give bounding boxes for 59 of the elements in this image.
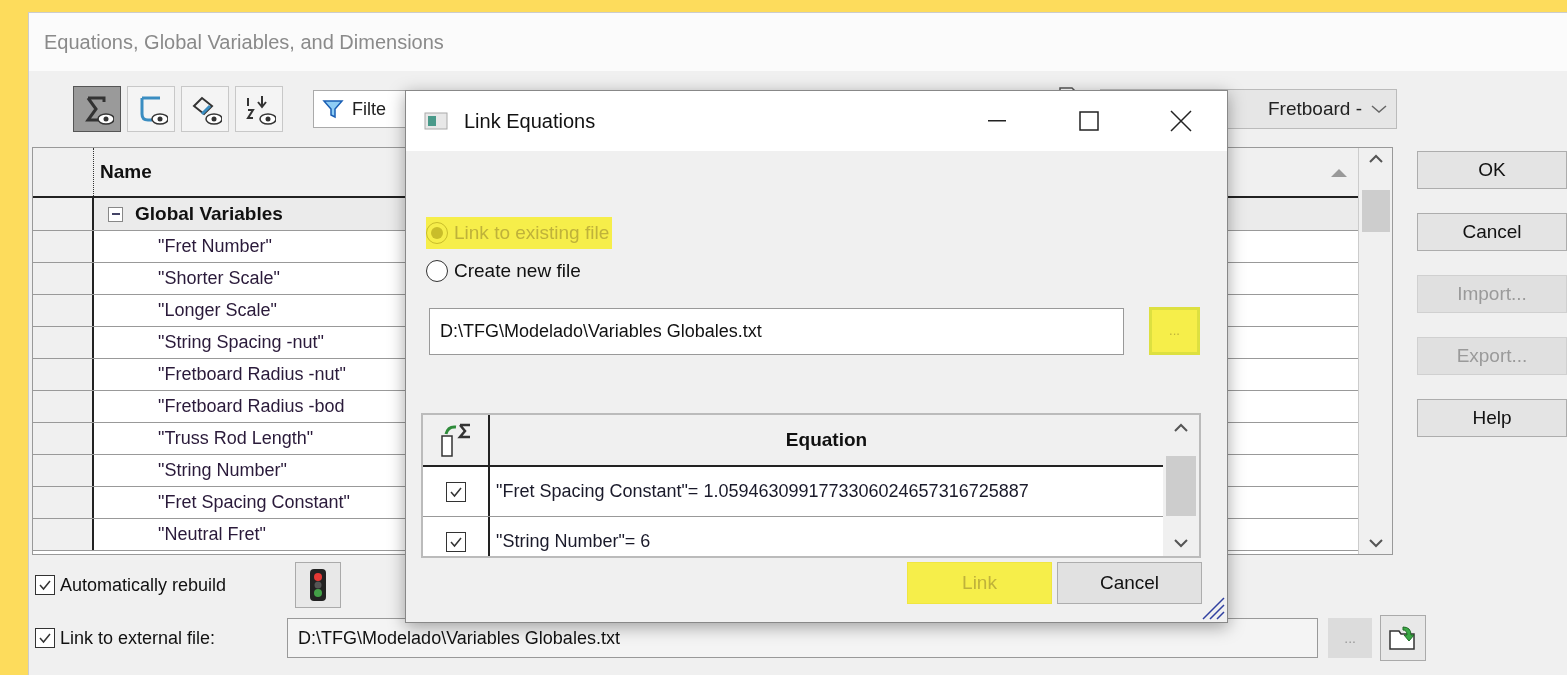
rebuild-button[interactable] [295,562,342,608]
open-folder-button[interactable] [1380,615,1427,661]
sort-arrow-icon [1330,168,1348,178]
row-header-cell[interactable] [33,198,94,230]
maximize-icon [1079,111,1099,131]
variable-name: "Fretboard Radius -nut" [158,363,346,386]
row-header-cell[interactable] [33,519,94,550]
scroll-down-icon [1367,538,1384,548]
file-path-field[interactable]: D:\TFG\Modelado\Variables Globales.txt [429,307,1124,355]
scrollbar[interactable] [1358,148,1392,554]
scroll-down-icon [1173,538,1189,548]
variable-name: "Neutral Fret" [158,523,266,546]
variable-name: "Fret Spacing Constant" [158,491,350,514]
dialog-button[interactable]: Help [1417,399,1567,437]
row-header-cell[interactable] [33,327,94,358]
row-header-cell[interactable] [33,487,94,518]
checkbox[interactable] [35,628,55,648]
variable-name: "String Number" [158,459,287,482]
variable-name: "Shorter Scale" [158,267,280,290]
scrollbar-thumb[interactable] [1361,190,1390,232]
checkbox-label: Link to external file: [60,626,216,650]
checkbox[interactable] [445,481,466,502]
window-icon [424,111,448,131]
collapse-icon[interactable] [108,206,123,222]
scrollbar-thumb[interactable] [1166,455,1196,516]
checkbox-label: Automatically rebuild [60,573,227,597]
variable-name: "Fret Number" [158,235,272,258]
scroll-up-icon [1173,423,1189,433]
checkbox[interactable] [35,575,55,595]
checkmark-icon [38,631,52,645]
dialog-button[interactable]: OK [1417,151,1567,189]
checkbox[interactable] [445,531,466,552]
dialog-button[interactable]: Cancel [1057,562,1202,604]
row-header-cell[interactable] [33,423,94,454]
window-title: Equations, Global Variables, and Dimensions [44,30,444,55]
traffic-light-icon [308,568,329,602]
checkmark-icon [38,578,52,592]
equation-text: "String Number"= 6 [496,530,651,553]
dialog-title: Link Equations [464,109,596,134]
row-header-cell[interactable] [33,263,94,294]
variable-name: "Truss Rod Length" [158,427,314,450]
variable-name: "Fretboard Radius -bod [158,395,345,418]
variable-name: "String Spacing -nut" [158,331,324,354]
radio-option[interactable]: Create new file [426,255,584,287]
filter-icon [322,98,344,120]
scrollbar[interactable] [1163,415,1199,556]
variable-name: "Longer Scale" [158,299,277,322]
dialog-button[interactable]: Cancel [1417,213,1567,251]
equation-text: "Fret Spacing Constant"= 1.0594630991773306024657316725887 [496,480,1029,503]
chevron-down-icon [1370,103,1388,115]
scroll-up-icon [1367,154,1384,164]
close-icon [1170,110,1192,132]
row-header-cell[interactable] [33,295,94,326]
row-header-cell[interactable] [33,231,94,262]
minimize-icon [988,120,1006,122]
row-header-cell[interactable] [33,391,94,422]
view-toggle-button[interactable] [73,86,121,132]
row-header-cell[interactable] [33,359,94,390]
row-header-cell[interactable] [33,455,94,486]
